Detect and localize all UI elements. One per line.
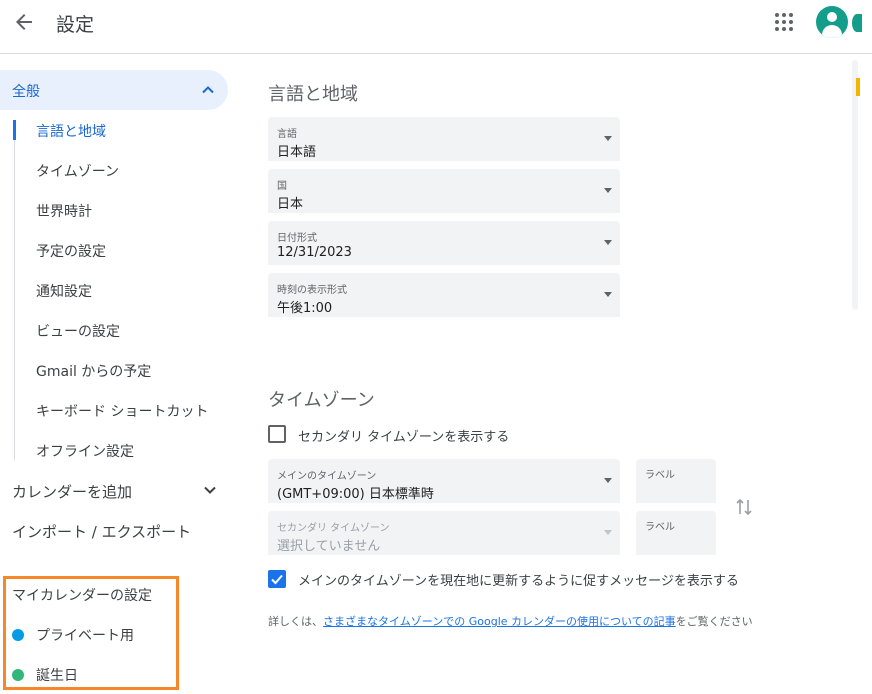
language-value: 日本語 xyxy=(277,145,317,160)
nav-add-calendar[interactable]: カレンダーを追加 xyxy=(12,481,132,502)
label-caption: ラベル xyxy=(645,522,675,533)
swap-timezones-icon[interactable] xyxy=(735,497,753,517)
dropdown-arrow-icon xyxy=(604,240,612,245)
back-arrow-icon[interactable] xyxy=(12,10,36,34)
page-title: 設定 xyxy=(56,14,95,36)
country-caption: 国 xyxy=(277,181,287,192)
side-panel-keep-icon[interactable] xyxy=(856,78,860,96)
checkmark-icon xyxy=(271,574,283,585)
nav-gmail-events[interactable]: Gmail からの予定 xyxy=(36,361,151,381)
date-format-select[interactable]: 日付形式 12/31/2023 xyxy=(268,221,620,265)
chevron-down-icon[interactable] xyxy=(202,482,218,498)
secondary-timezone-caption: セカンダリ タイムゾーン xyxy=(277,523,390,534)
account-avatar[interactable] xyxy=(816,6,848,38)
top-bar: 設定 xyxy=(0,0,872,54)
timezone-heading: タイムゾーン xyxy=(268,390,375,411)
nav-timezone[interactable]: タイムゾーン xyxy=(36,161,119,181)
calendar-color-dot xyxy=(12,629,24,641)
update-timezone-prompt-label[interactable]: メインのタイムゾーンを現在地に更新するように促すメッセージを表示する xyxy=(298,570,739,589)
date-format-value: 12/31/2023 xyxy=(277,245,352,260)
dropdown-arrow-icon xyxy=(604,478,612,483)
language-select[interactable]: 言語 日本語 xyxy=(268,117,620,161)
side-panel-edge xyxy=(852,14,862,32)
time-format-value: 午後1:00 xyxy=(277,301,333,316)
apps-grid-icon[interactable] xyxy=(774,12,794,32)
subnav-divider xyxy=(14,120,15,460)
secondary-timezone-select[interactable]: セカンダリ タイムゾーン 選択していません xyxy=(268,511,620,555)
my-calendars-title: マイカレンダーの設定 xyxy=(12,588,152,604)
secondary-timezone-label-input[interactable]: ラベル xyxy=(636,511,716,555)
time-format-caption: 時刻の表示形式 xyxy=(277,285,347,296)
language-caption: 言語 xyxy=(277,129,297,140)
show-secondary-timezone-label[interactable]: セカンダリ タイムゾーンを表示する xyxy=(298,426,509,445)
nav-general[interactable]: 全般 xyxy=(0,70,228,110)
nav-keyboard-shortcuts[interactable]: キーボード ショートカット xyxy=(36,401,208,421)
subnav-active-indicator xyxy=(13,120,16,140)
nav-event-settings[interactable]: 予定の設定 xyxy=(36,241,106,261)
calendar-color-dot xyxy=(12,669,24,681)
chevron-up-icon[interactable] xyxy=(200,82,216,98)
country-select[interactable]: 国 日本 xyxy=(268,169,620,213)
help-prefix: 詳しくは、 xyxy=(268,615,323,628)
help-suffix: をご覧ください xyxy=(675,615,753,628)
country-value: 日本 xyxy=(277,197,304,212)
timezone-help-text: 詳しくは、さまざまなタイムゾーンでの Google カレンダーの使用についての記… xyxy=(268,613,753,629)
time-format-select[interactable]: 時刻の表示形式 午後1:00 xyxy=(268,273,620,317)
primary-timezone-value: (GMT+09:00) 日本標準時 xyxy=(277,487,434,502)
nav-language-region[interactable]: 言語と地域 xyxy=(36,121,106,141)
calendar-name: プライベート用 xyxy=(36,628,134,644)
show-secondary-timezone-checkbox[interactable] xyxy=(268,425,286,443)
primary-timezone-label-input[interactable]: ラベル xyxy=(636,459,716,503)
date-format-caption: 日付形式 xyxy=(277,233,317,244)
side-panel-scrollbar[interactable] xyxy=(852,60,858,310)
nav-import-export[interactable]: インポート / エクスポート xyxy=(12,521,191,542)
calendar-name: 誕生日 xyxy=(36,668,78,684)
nav-notification-settings[interactable]: 通知設定 xyxy=(36,281,92,301)
primary-timezone-caption: メインのタイムゾーン xyxy=(277,471,377,482)
nav-offline[interactable]: オフライン設定 xyxy=(36,441,134,461)
nav-world-clock[interactable]: 世界時計 xyxy=(36,201,92,221)
avatar-head xyxy=(827,12,837,22)
nav-view-settings[interactable]: ビューの設定 xyxy=(36,321,120,341)
dropdown-arrow-icon xyxy=(604,530,612,535)
dropdown-arrow-icon xyxy=(604,136,612,141)
timezone-help-link[interactable]: さまざまなタイムゾーンでの Google カレンダーの使用についての記事 xyxy=(323,615,676,628)
dropdown-arrow-icon xyxy=(604,292,612,297)
language-region-heading: 言語と地域 xyxy=(268,84,358,105)
update-timezone-prompt-checkbox[interactable] xyxy=(268,570,286,588)
primary-timezone-select[interactable]: メインのタイムゾーン (GMT+09:00) 日本標準時 xyxy=(268,459,620,503)
nav-general-label: 全般 xyxy=(12,84,40,100)
label-caption: ラベル xyxy=(645,470,675,481)
dropdown-arrow-icon xyxy=(604,188,612,193)
avatar-body xyxy=(822,25,842,38)
secondary-timezone-value: 選択していません xyxy=(277,539,381,554)
